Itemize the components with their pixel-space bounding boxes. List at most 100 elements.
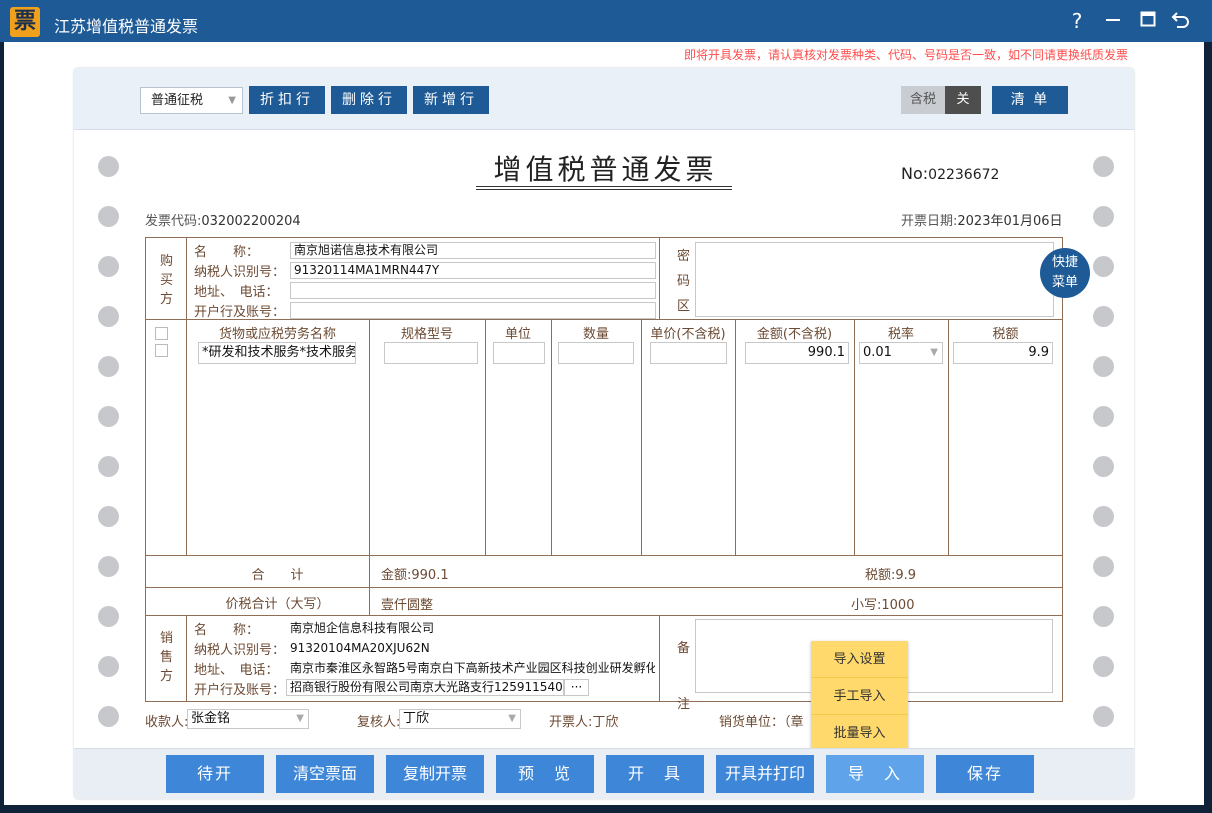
buyer-taxid-field[interactable]: 91320114MA1MRN447Y	[290, 262, 656, 279]
grid-line	[369, 319, 370, 615]
shortcut-menu-button[interactable]: 快捷 菜单	[1040, 248, 1090, 298]
buyer-address-field[interactable]	[290, 282, 656, 299]
pending-button[interactable]: 待开	[166, 755, 264, 793]
reviewer-value: 丁欣	[403, 711, 430, 726]
punch-hole	[1093, 656, 1114, 677]
punch-hole	[98, 656, 119, 677]
drawer-label: 开票人:	[549, 715, 593, 730]
import-button[interactable]: 导 入	[826, 755, 924, 793]
shortcut-menu-label: 菜单	[1051, 275, 1078, 290]
col-header-unit: 单位	[504, 327, 531, 342]
remark-label: 备 注	[677, 621, 691, 733]
seller-section-label: 销 售 方	[160, 629, 174, 686]
grid-line	[948, 319, 949, 555]
punch-hole	[1093, 606, 1114, 627]
import-settings-item[interactable]: 导入设置	[811, 641, 908, 678]
invoice-title: 增值税普通发票	[493, 153, 718, 186]
item-name-input[interactable]: *研发和技术服务*技术服务费	[198, 342, 356, 364]
buyer-name-field[interactable]: 南京旭诺信息技术有限公司	[290, 242, 656, 259]
chevron-down-icon: ▼	[930, 347, 938, 358]
minimize-icon[interactable]	[1101, 9, 1125, 33]
col-header-amount: 金额(不含税)	[756, 327, 833, 342]
tax-included-toggle[interactable]: 关	[945, 86, 981, 114]
select-all-checkbox[interactable]	[155, 327, 168, 340]
app-logo-icon: 票	[10, 7, 40, 37]
tax-included-label[interactable]: 含税	[901, 86, 945, 114]
buyer-label-char: 购	[160, 254, 174, 269]
item-rate-value: 0.01	[863, 345, 892, 360]
item-spec-input[interactable]	[384, 342, 478, 364]
punch-hole	[98, 706, 119, 727]
invoice-date-value: 2023年01月06日	[957, 214, 1063, 229]
item-amount-input[interactable]: 990.1	[745, 342, 849, 364]
batch-import-item[interactable]: 批量导入	[811, 715, 908, 752]
content-area: 即将开具发票，请认真核对发票种类、代码、号码是否一致，如不同请更换纸质发票 普通…	[4, 42, 1204, 805]
punch-hole	[1093, 206, 1114, 227]
total-label: 合 计	[251, 568, 304, 583]
grand-total-upper: 壹仟圆整	[381, 598, 434, 613]
add-row-button[interactable]: 新增行	[413, 86, 489, 114]
preview-button[interactable]: 预 览	[496, 755, 594, 793]
buyer-name-label: 名 称：	[194, 245, 260, 260]
seller-bank-label: 开户行及账号：	[194, 683, 286, 698]
item-unit-input[interactable]	[493, 342, 545, 364]
back-icon[interactable]	[1169, 9, 1193, 33]
invoice-number-label: No:	[901, 164, 929, 183]
grid-line	[659, 615, 660, 702]
buyer-label-char: 方	[160, 292, 174, 307]
item-rate-select[interactable]: 0.01 ▼	[859, 342, 943, 364]
grid-line	[145, 615, 1063, 616]
issue-and-print-button[interactable]: 开具并打印	[716, 755, 814, 793]
tax-type-select[interactable]: 普通征税 ▼	[140, 87, 243, 114]
grand-total-lower: 小写:1000	[851, 598, 915, 613]
clear-invoice-button[interactable]: 清空票面	[276, 755, 374, 793]
item-price-input[interactable]	[650, 342, 727, 364]
cipher-area	[695, 242, 1054, 317]
cipher-area-label: 密 码 区	[677, 244, 691, 319]
punch-hole	[1093, 306, 1114, 327]
total-tax: 税额:9.9	[865, 568, 917, 583]
copy-invoice-button[interactable]: 复制开票	[386, 755, 484, 793]
invoice-code-label: 发票代码:	[145, 214, 202, 229]
seller-bank-field[interactable]: 招商银行股份有限公司南京大光路支行125911540	[286, 679, 564, 696]
payee-select[interactable]: 张金铭 ▼	[187, 709, 309, 729]
buyer-bank-field[interactable]	[290, 302, 656, 319]
item-tax-input[interactable]: 9.9	[953, 342, 1053, 364]
punch-hole	[98, 206, 119, 227]
invoice-date-label: 开票日期:	[901, 214, 958, 229]
punch-hole	[98, 456, 119, 477]
notice-text: 即将开具发票，请认真核对发票种类、代码、号码是否一致，如不同请更换纸质发票	[683, 48, 1128, 62]
item-qty-input[interactable]	[558, 342, 634, 364]
list-button[interactable]: 清 单	[992, 86, 1068, 114]
punch-hole	[98, 556, 119, 577]
shortcut-menu-label: 快捷	[1051, 255, 1078, 270]
punch-hole	[1093, 406, 1114, 427]
col-header-name: 货物或应税劳务名称	[218, 327, 336, 342]
seller-label-char: 方	[160, 669, 174, 684]
seller-bank-more-button[interactable]: ···	[564, 679, 589, 696]
seller-taxid-value: 91320104MA20XJU62N	[286, 640, 656, 657]
seller-unit-label-text: 销货单位：（	[719, 715, 791, 730]
issue-button[interactable]: 开 具	[606, 755, 704, 793]
grid-line	[485, 319, 486, 555]
buyer-label-char: 买	[160, 273, 174, 288]
help-icon[interactable]: ?	[1065, 9, 1089, 33]
grid-line	[551, 319, 552, 555]
seller-address-value: 南京市秦淮区永智路5号南京白下高新技术产业园区科技创业研发孵化	[286, 660, 656, 677]
delete-row-button[interactable]: 删除行	[331, 86, 407, 114]
drawer-info: 开票人:丁欣	[549, 711, 618, 730]
reviewer-select[interactable]: 丁欣 ▼	[399, 709, 521, 729]
buyer-address-label: 地址、 电话：	[194, 285, 279, 300]
maximize-icon[interactable]	[1136, 9, 1160, 33]
manual-import-item[interactable]: 手工导入	[811, 678, 908, 715]
save-button[interactable]: 保存	[936, 755, 1034, 793]
cipher-label-char: 区	[677, 299, 691, 314]
discount-row-button[interactable]: 折扣行	[249, 86, 325, 114]
row-checkbox[interactable]	[155, 344, 168, 357]
chevron-down-icon: ▼	[228, 95, 236, 106]
col-header-qty: 数量	[582, 327, 609, 342]
punch-hole	[1093, 706, 1114, 727]
grid-line	[735, 319, 736, 555]
punch-hole	[1093, 456, 1114, 477]
cipher-label-char: 密	[677, 249, 691, 264]
